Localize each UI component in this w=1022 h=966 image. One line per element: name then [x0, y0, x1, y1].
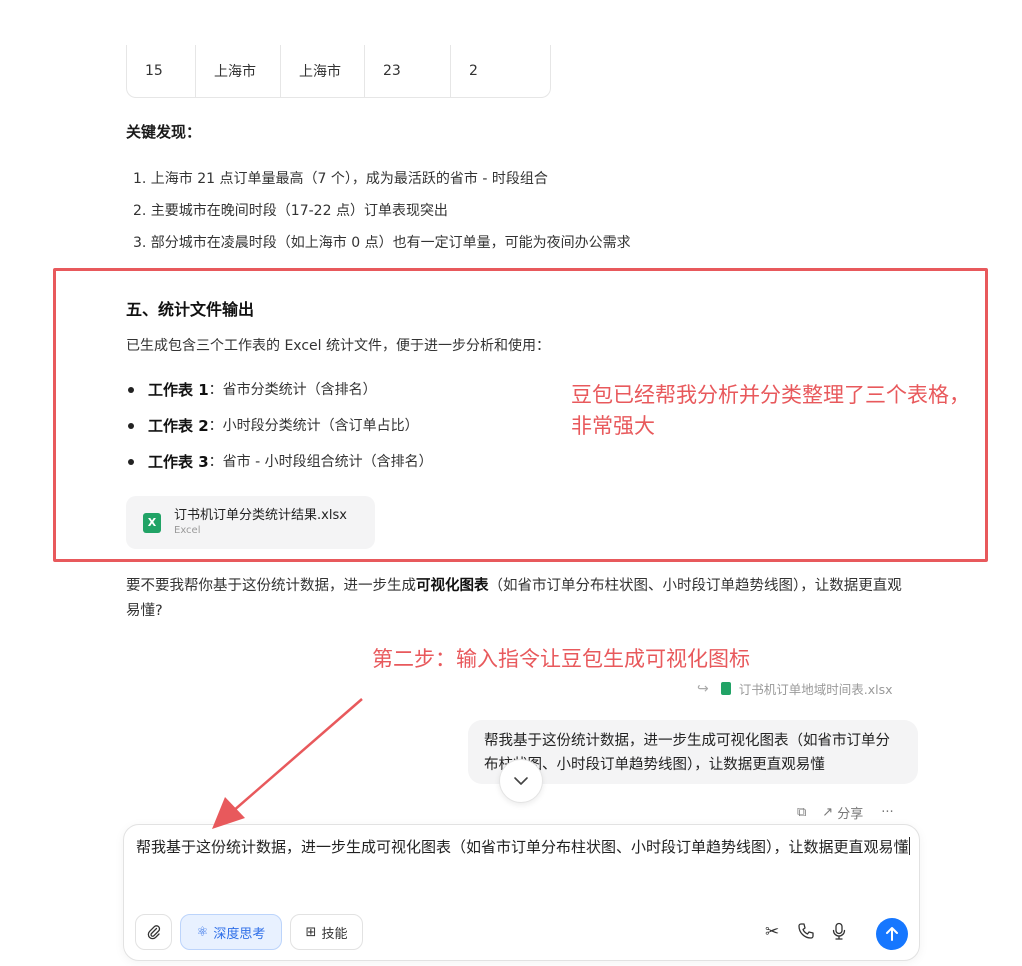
- deep-think-toggle[interactable]: ⚛ 深度思考: [180, 914, 282, 950]
- arrow-up-icon: [886, 927, 898, 941]
- list-item: 1. 上海市 21 点订单量最高（7 个），成为最活跃的省市 - 时段组合: [133, 171, 548, 187]
- scissors-icon[interactable]: ✂: [765, 922, 779, 942]
- sheet-list: 工作表 1 ：省市分类统计（含排名） 工作表 2 ：小时段分类统计（含订单占比） 工…: [126, 378, 433, 486]
- list-item: 工作表 2 ：小时段分类统计（含订单占比）: [126, 414, 433, 450]
- arrow-line: [231, 698, 363, 813]
- table-cell: 15: [127, 45, 196, 97]
- text-caret: [908, 837, 910, 855]
- sheet-desc: ：小时段分类统计（含订单占比）: [208, 418, 419, 434]
- file-name: 订书机订单分类统计结果.xlsx: [174, 508, 347, 523]
- table-row: 15 上海市 上海市 23 2: [126, 45, 551, 98]
- step2-annotation: 第二步：输入指令让豆包生成可视化图标: [372, 647, 750, 671]
- composer-text: 帮我基于这份统计数据，进一步生成可视化图表（如省市订单分布柱状图、小时段订单趋势…: [136, 838, 909, 856]
- share-button[interactable]: ↗ 分享: [822, 803, 863, 822]
- message-composer[interactable]: 帮我基于这份统计数据，进一步生成可视化图表（如省市订单分布柱状图、小时段订单趋势…: [123, 824, 920, 961]
- followup-text: 要不要我帮你基于这份统计数据，进一步生成可视化图表（如省市订单分布柱状图、小时段…: [126, 574, 916, 624]
- copy-icon[interactable]: ⧉: [797, 805, 806, 820]
- sheet-desc: ：省市分类统计（含排名）: [208, 382, 377, 398]
- deep-think-label: 深度思考: [213, 926, 266, 942]
- section-description: 已生成包含三个工作表的 Excel 统计文件，便于进一步分析和使用：: [126, 338, 550, 354]
- section-title: 五、统计文件输出: [126, 300, 255, 319]
- file-type: Excel: [174, 525, 201, 536]
- bullet-icon: [128, 459, 134, 465]
- sheet-name: 工作表 2: [148, 417, 209, 435]
- skills-button[interactable]: ⊞ 技能: [290, 914, 363, 950]
- bullet-icon: [128, 387, 134, 393]
- table-cell: 23: [365, 45, 451, 97]
- paperclip-icon: [147, 925, 160, 940]
- attachment-reference[interactable]: ↪ 订书机订单地域时间表.xlsx: [697, 679, 893, 698]
- sheet-desc: ：省市 - 小时段组合统计（含排名）: [208, 454, 433, 470]
- list-item: 工作表 1 ：省市分类统计（含排名）: [126, 378, 433, 414]
- scroll-down-button[interactable]: [499, 759, 543, 803]
- findings-title: 关键发现：: [126, 123, 202, 141]
- annotation-text: 豆包已经帮我分析并分类整理了三个表格，非常强大: [571, 383, 970, 438]
- reply-arrow-icon: ↪: [697, 680, 709, 697]
- skills-label: 技能: [321, 926, 348, 942]
- microphone-icon[interactable]: [831, 922, 847, 945]
- more-icon[interactable]: ···: [881, 805, 893, 820]
- list-item: 3. 部分城市在凌晨时段（如上海市 0 点）也有一定订单量，可能为夜间办公需求: [133, 235, 631, 251]
- message-actions: ⧉ ↗ 分享 ···: [797, 803, 910, 822]
- table-cell: 2: [469, 63, 478, 79]
- attach-button[interactable]: [135, 914, 172, 950]
- sheet-name: 工作表 3: [148, 453, 209, 471]
- share-icon: ↗: [822, 805, 834, 820]
- excel-file-icon: [720, 682, 731, 695]
- attachment-name: 订书机订单地域时间表.xlsx: [738, 682, 893, 697]
- followup-before: 要不要我帮你基于这份统计数据，进一步生成: [126, 578, 416, 594]
- list-item: 工作表 3 ：省市 - 小时段组合统计（含排名）: [126, 450, 433, 486]
- findings-list: 1. 上海市 21 点订单量最高（7 个），成为最活跃的省市 - 时段组合 2.…: [133, 168, 631, 264]
- atom-icon: ⚛: [196, 924, 209, 940]
- excel-file-icon: X: [143, 513, 161, 533]
- table-cell: 上海市: [196, 45, 281, 97]
- bullet-icon: [128, 423, 134, 429]
- table-cell: 上海市: [281, 45, 365, 97]
- grid-icon: ⊞: [305, 924, 317, 940]
- chevron-down-icon: [514, 777, 528, 785]
- file-card[interactable]: X 订书机订单分类统计结果.xlsx Excel: [126, 496, 375, 549]
- phone-icon[interactable]: [797, 922, 815, 945]
- send-button[interactable]: [876, 918, 908, 950]
- followup-bold: 可视化图表: [416, 578, 489, 594]
- list-item: 2. 主要城市在晚间时段（17-22 点）订单表现突出: [133, 203, 448, 219]
- composer-input[interactable]: 帮我基于这份统计数据，进一步生成可视化图表（如省市订单分布柱状图、小时段订单趋势…: [136, 835, 911, 860]
- share-label: 分享: [837, 807, 864, 822]
- sheet-name: 工作表 1: [148, 381, 209, 399]
